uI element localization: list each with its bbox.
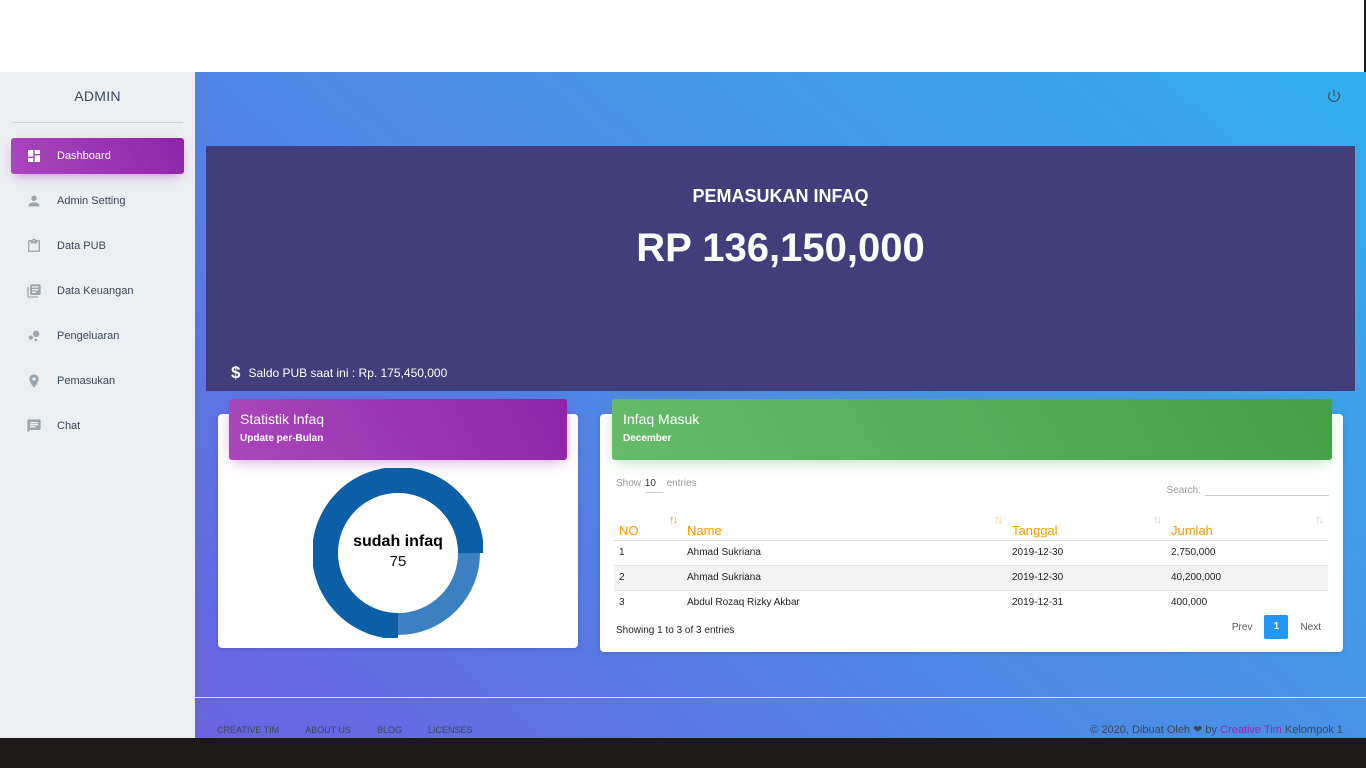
- table-row: 3 Abdul Rozaq Rizky Akbar 2019-12-31 400…: [614, 590, 1328, 615]
- stat-card-subtitle: Update per-Bulan: [240, 433, 324, 444]
- sidebar-item-data-pub[interactable]: Data PUB: [11, 228, 184, 264]
- balance-footer: $ Saldo PUB saat ini : Rp. 175,450,000: [231, 363, 447, 383]
- income-card-title: Infaq Masuk: [623, 411, 700, 427]
- cell-name: Ahmad Sukriana: [682, 540, 1007, 566]
- library-books-icon: [11, 283, 57, 299]
- sort-icon: ↑↓: [1153, 514, 1162, 526]
- cell-no: 1: [614, 540, 682, 566]
- search-input[interactable]: [1205, 480, 1329, 496]
- balance-text: Saldo PUB saat ini : Rp. 175,450,000: [248, 366, 448, 380]
- donut-label-text: sudah infaq: [353, 533, 443, 550]
- cell-date: 2019-12-30: [1007, 540, 1166, 566]
- browser-top-area: [0, 0, 1366, 72]
- table-row: 2 Ahmad Sukriana 2019-12-30 40,200,000: [614, 565, 1328, 591]
- footer-copyright: © 2020, Dibuat Oleh ❤ by Creative Tim Ke…: [1090, 723, 1343, 736]
- sidebar-item-chat[interactable]: Chat: [11, 408, 184, 444]
- stat-card-header: Statistik Infaq Update per-Bulan: [229, 399, 567, 460]
- copyright-suffix: Kelompok 1: [1284, 724, 1343, 736]
- column-header-name[interactable]: Name ↑↓: [682, 512, 1007, 541]
- infaq-income-card: Infaq Masuk December Show 10 entries Sea…: [600, 399, 1343, 652]
- clipboard-icon: [11, 238, 57, 254]
- power-icon[interactable]: [1326, 88, 1342, 104]
- sidebar-item-pengeluaran[interactable]: Pengeluaran: [11, 318, 184, 354]
- entries-label: entries: [666, 478, 697, 489]
- pagination: Prev 1 Next: [1224, 615, 1329, 639]
- sidebar-item-label: Pengeluaran: [57, 330, 120, 342]
- sidebar-item-label: Pemasukan: [57, 375, 116, 387]
- cell-no: 2: [614, 565, 682, 591]
- sidebar-item-label: Data PUB: [57, 240, 106, 252]
- donut-label-value: 75: [389, 553, 407, 570]
- infaq-table: NO ↑↓ Name ↑↓ Tanggal ↑↓ Jumlah ↑↓ 1 Ahmad S…: [614, 512, 1328, 615]
- show-label: Show: [616, 478, 642, 489]
- main-panel: PEMASUKAN INFAQ RP 136,150,000 $ Saldo P…: [195, 72, 1366, 738]
- cell-name: Abdul Rozaq Rizky Akbar: [687, 597, 800, 609]
- infaq-statistics-card: Statistik Infaq Update per-Bulan sudah i…: [218, 399, 578, 648]
- person-icon: [11, 193, 57, 209]
- prev-button[interactable]: Prev: [1224, 622, 1261, 633]
- footer-link-blog[interactable]: BLOG: [377, 725, 402, 735]
- sidebar: ADMIN Dashboard Admin Setting Data PUB D…: [0, 72, 195, 738]
- table-search: Search:: [1167, 480, 1329, 496]
- sidebar-item-label: Chat: [57, 420, 81, 432]
- sort-icon: ↑↓: [1315, 514, 1324, 526]
- location-pin-icon: [11, 373, 57, 389]
- banner-title: PEMASUKAN INFAQ: [692, 186, 869, 206]
- cell-date: 2019-12-30: [1007, 565, 1166, 591]
- page-length-select[interactable]: 10: [644, 478, 663, 493]
- cell-date: 2019-12-31: [1012, 597, 1064, 609]
- cell-amount: 400,000: [1171, 597, 1208, 609]
- dollar-icon: $: [231, 363, 241, 382]
- copyright-prefix: © 2020, Dibuat Oleh: [1090, 724, 1191, 736]
- sidebar-item-pemasukan[interactable]: Pemasukan: [11, 363, 184, 399]
- table-header-row: NO ↑↓ Name ↑↓ Tanggal ↑↓ Jumlah ↑↓: [614, 512, 1328, 541]
- banner-total-value: RP 136,150,000: [636, 226, 925, 270]
- creative-tim-link[interactable]: Creative Tim: [1220, 724, 1282, 736]
- next-button[interactable]: Next: [1292, 622, 1329, 633]
- column-header-tanggal[interactable]: Tanggal ↑↓: [1007, 512, 1166, 541]
- sidebar-nav: Dashboard Admin Setting Data PUB Data Ke…: [0, 123, 195, 444]
- footer-link-licenses[interactable]: LICENSES: [428, 725, 473, 735]
- search-label: Search:: [1166, 485, 1201, 496]
- footer-links: CREATIVE TIM ABOUT US BLOG LICENSES: [217, 725, 499, 735]
- cell-amount: 40,200,000: [1166, 565, 1328, 591]
- taskbar: [0, 738, 1366, 768]
- sort-icon: ↑↓: [994, 514, 1003, 526]
- dashboard-icon: [11, 148, 57, 164]
- income-card-header: Infaq Masuk December: [612, 399, 1332, 460]
- sidebar-item-dashboard[interactable]: Dashboard: [11, 138, 184, 174]
- cell-name: Ahmad Sukriana: [682, 565, 1007, 591]
- cell-amount: 2,750,000: [1166, 540, 1328, 566]
- heart-icon: ❤: [1193, 724, 1203, 736]
- footer-link-creative-tim[interactable]: CREATIVE TIM: [217, 725, 279, 735]
- sidebar-item-label: Admin Setting: [57, 195, 126, 207]
- table-row: 1 Ahmad Sukriana 2019-12-30 2,750,000: [614, 540, 1328, 566]
- copyright-by: by: [1205, 724, 1218, 736]
- donut-chart: sudah infaq 75: [312, 467, 484, 639]
- footer-divider: [195, 697, 1366, 698]
- chat-icon: [11, 418, 57, 434]
- sidebar-item-admin-setting[interactable]: Admin Setting: [11, 183, 184, 219]
- column-header-jumlah[interactable]: Jumlah ↑↓: [1166, 512, 1328, 541]
- sidebar-item-label: Dashboard: [57, 150, 111, 162]
- cell-no: 3: [619, 597, 625, 609]
- income-summary-banner: PEMASUKAN INFAQ RP 136,150,000 $ Saldo P…: [206, 146, 1355, 391]
- sidebar-item-data-keuangan[interactable]: Data Keuangan: [11, 273, 184, 309]
- income-card-subtitle: December: [623, 433, 672, 444]
- sidebar-item-label: Data Keuangan: [57, 285, 134, 297]
- page-length-control: Show 10 entries: [616, 478, 697, 493]
- page-1-button[interactable]: 1: [1264, 615, 1289, 639]
- table-info: Showing 1 to 3 of 3 entries: [616, 625, 735, 636]
- column-header-no[interactable]: NO ↑↓: [614, 512, 682, 541]
- bubble-chart-icon: [11, 328, 57, 344]
- stat-card-title: Statistik Infaq: [240, 411, 325, 427]
- footer-link-about-us[interactable]: ABOUT US: [305, 725, 351, 735]
- sort-icon: ↑↓: [669, 514, 678, 526]
- sidebar-brand[interactable]: ADMIN: [0, 72, 195, 122]
- table-controls: Show 10 entries Search:: [616, 478, 1329, 498]
- donut-center-label: sudah infaq 75: [313, 533, 483, 570]
